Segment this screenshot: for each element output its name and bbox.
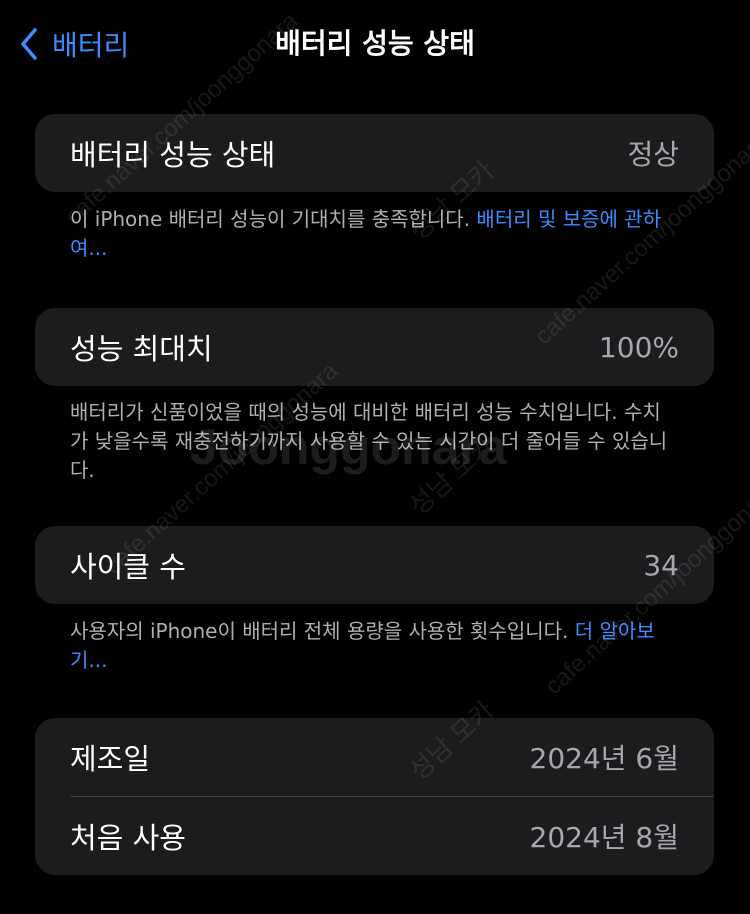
max-capacity-value: 100%	[598, 330, 679, 364]
cycle-count-row: 사이클 수 34	[35, 526, 714, 604]
max-capacity-label: 성능 최대치	[70, 332, 213, 366]
battery-health-value: 정상	[627, 138, 679, 171]
page-title: 배터리 성능 상태	[275, 27, 475, 60]
manufacture-date-label: 제조일	[70, 742, 151, 776]
max-capacity-card: 성능 최대치 100%	[35, 308, 714, 386]
first-use-value: 2024년 8월	[529, 821, 680, 854]
first-use-row: 처음 사용 2024년 8월	[35, 797, 714, 875]
manufacture-date-row: 제조일 2024년 6월	[35, 718, 714, 796]
battery-health-row: 배터리 성능 상태 정상	[35, 114, 714, 192]
battery-health-label: 배터리 성능 상태	[70, 138, 276, 172]
manufacture-date-value: 2024년 6월	[529, 742, 680, 775]
dates-card: 제조일 2024년 6월 처음 사용 2024년 8월	[35, 718, 714, 875]
battery-health-note: 이 iPhone 배터리 성능이 기대치를 충족합니다. 배터리 및 보증에 관…	[70, 205, 670, 263]
cycle-count-value: 34	[643, 548, 679, 582]
cycle-count-note-text: 사용자의 iPhone이 배터리 전체 용량을 사용한 횟수입니다.	[70, 619, 575, 643]
cycle-count-note: 사용자의 iPhone이 배터리 전체 용량을 사용한 횟수입니다. 더 알아보…	[70, 617, 670, 675]
navigation-bar: 배터리 배터리 성능 상태	[0, 0, 750, 90]
max-capacity-row: 성능 최대치 100%	[35, 308, 714, 386]
cycle-count-card: 사이클 수 34	[35, 526, 714, 604]
battery-health-card: 배터리 성능 상태 정상	[35, 114, 714, 192]
first-use-label: 처음 사용	[70, 821, 186, 855]
battery-health-note-text: 이 iPhone 배터리 성능이 기대치를 충족합니다.	[70, 207, 477, 231]
max-capacity-note: 배터리가 신품이었을 때의 성능에 대비한 배터리 성능 수치입니다. 수치가 …	[70, 400, 668, 482]
cycle-count-label: 사이클 수	[70, 550, 186, 584]
